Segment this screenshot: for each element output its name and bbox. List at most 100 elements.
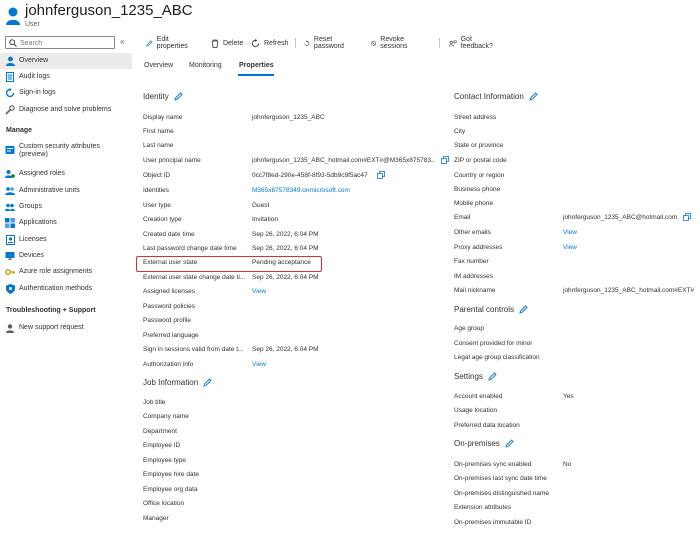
identity-label: Created date time — [143, 231, 195, 238]
identity-label: Password policies — [143, 303, 196, 310]
sidebar-item-label: Applications — [19, 219, 57, 226]
contact-label: State or province — [454, 142, 504, 149]
edit-pencil-icon[interactable] — [505, 439, 514, 448]
settings-section-header: Settings — [454, 372, 497, 381]
sidebar-item-authentication-methods[interactable]: Authentication methods — [0, 281, 132, 297]
edit-pencil-icon[interactable] — [203, 378, 212, 387]
job-label: Employee org data — [143, 486, 198, 493]
attributes-icon — [5, 145, 15, 155]
sidebar-item-audit-logs[interactable]: Audit logs — [0, 69, 132, 85]
refresh-icon — [5, 88, 15, 98]
identity-label: Assigned licenses — [143, 288, 196, 295]
onprem-section-title: On-premises — [454, 439, 500, 448]
sidebar-item-applications[interactable]: Applications — [0, 215, 132, 231]
revoke-sessions-button[interactable]: Revoke sessions — [371, 36, 411, 50]
identity-value: 0cc7f8ed-290e-458f-8f93-5db9c9f5ac47 — [252, 172, 368, 179]
account-enabled-value: Yes — [563, 393, 574, 400]
toolbar-divider — [439, 38, 440, 48]
edit-properties-button[interactable]: Edit properties — [146, 36, 190, 50]
block-icon — [371, 40, 377, 46]
more-options-icon[interactable]: ... — [173, 5, 184, 16]
identity-label: Identities — [143, 187, 170, 194]
user-avatar-icon — [6, 7, 20, 25]
sidebar-item-assigned-roles[interactable]: Assigned roles — [0, 166, 132, 182]
sidebar-item-azure-role-assignments[interactable]: Azure role assignments — [0, 264, 132, 280]
identity-value: johnferguson_1235_ABC — [252, 114, 325, 121]
support-icon — [5, 323, 15, 333]
sidebar-item-label: Audit logs — [19, 73, 50, 80]
settings-label: Account enabled — [454, 393, 503, 400]
sidebar-item-devices[interactable]: Devices — [0, 248, 132, 264]
refresh-label: Refresh — [264, 39, 289, 47]
sidebar-item-label: Azure role assignments — [19, 268, 93, 275]
contact-label: Email — [454, 214, 471, 221]
identity-value: johnferguson_1235_ABC_hotmail.com#EXT#@M… — [252, 157, 435, 164]
identity-value: Sep 26, 2022, 6:04 PM — [252, 245, 319, 252]
collapse-sidebar-icon[interactable]: « — [120, 37, 124, 46]
job-label: Company name — [143, 413, 189, 420]
sidebar-item-sign-in-logs[interactable]: Sign-in logs — [0, 85, 132, 101]
parental-label: Legal age group classification — [454, 354, 540, 361]
sidebar-item-licenses[interactable]: Licenses — [0, 232, 132, 248]
edit-pencil-icon[interactable] — [488, 372, 497, 381]
identity-section-header: Identity — [143, 92, 183, 101]
contact-label: ZIP or postal code — [454, 157, 507, 164]
sidebar-item-groups[interactable]: Groups — [0, 199, 132, 215]
authorization-info-view-link[interactable]: View — [252, 361, 266, 368]
sidebar-item-label: Devices — [19, 252, 44, 259]
person-icon — [5, 56, 15, 66]
identity-value: Invitation — [252, 216, 279, 223]
contact-label: Fax number — [454, 258, 489, 265]
sidebar-item-administrative-units[interactable]: Administrative units — [0, 183, 132, 199]
contact-label: IM addresses — [454, 273, 494, 280]
edit-pencil-icon[interactable] — [174, 92, 183, 101]
contact-label: Country or region — [454, 172, 505, 179]
refresh-button[interactable]: Refresh — [251, 36, 289, 50]
sidebar-item-custom-security-attributes[interactable]: Custom security attributes (preview) — [0, 143, 132, 165]
edit-pencil-icon[interactable] — [519, 305, 528, 314]
job-label: Employee type — [143, 457, 186, 464]
page-title: johnferguson_1235_ABC — [25, 2, 193, 19]
key-icon — [5, 267, 15, 277]
copy-icon[interactable] — [683, 213, 691, 221]
sidebar-item-overview[interactable]: Overview — [0, 53, 132, 69]
job-section-title: Job Information — [143, 378, 199, 387]
sidebar-item-label: Administrative units — [19, 187, 80, 194]
reset-password-button[interactable]: Reset password — [304, 36, 347, 50]
sidebar-item-diagnose[interactable]: Diagnose and solve problems — [0, 102, 132, 118]
trash-icon — [212, 39, 218, 48]
sidebar-item-text: Custom security attributes (preview) — [19, 143, 100, 159]
identity-label: Last password change date time — [143, 245, 237, 252]
settings-section-title: Settings — [454, 372, 483, 381]
search-input[interactable] — [20, 38, 112, 48]
settings-label: Usage location — [454, 407, 497, 414]
feedback-button[interactable]: Got feedback? — [449, 36, 495, 50]
proxy-addresses-view-link[interactable]: View — [563, 244, 577, 251]
job-section-header: Job Information — [143, 378, 212, 387]
edit-pencil-icon[interactable] — [529, 92, 538, 101]
tab-overview[interactable]: Overview — [144, 62, 173, 69]
sidebar-item-new-support-request[interactable]: New support request — [0, 320, 132, 336]
copy-icon[interactable] — [377, 171, 385, 179]
search-box[interactable] — [5, 36, 115, 49]
log-icon — [5, 72, 15, 82]
tab-properties[interactable]: Properties — [239, 62, 274, 69]
delete-button[interactable]: Delete — [211, 36, 243, 50]
identity-value: Sep 26, 2022, 6:04 PM — [252, 346, 319, 353]
assigned-licenses-view-link[interactable]: View — [252, 288, 266, 295]
other-emails-view-link[interactable]: View — [563, 229, 577, 236]
copy-icon[interactable] — [441, 156, 449, 164]
contact-section-header: Contact Information — [454, 92, 538, 101]
tab-monitoring[interactable]: Monitoring — [189, 62, 222, 69]
edit-properties-label: Edit properties — [156, 36, 188, 50]
reset-icon — [304, 40, 310, 46]
identity-label: Password profile — [143, 317, 192, 324]
shield-icon — [5, 284, 15, 294]
sidebar-item-label: Groups — [19, 203, 42, 210]
onprem-label: Extension attributes — [454, 504, 512, 511]
identities-link[interactable]: M365x87578349.onmicrosoft.com — [252, 187, 350, 194]
onprem-label: On-premises distinguished name — [454, 490, 550, 497]
sidebar-item-label: Authentication methods — [19, 285, 93, 292]
identity-label: Authorization info — [143, 361, 194, 368]
search-icon — [9, 39, 17, 47]
